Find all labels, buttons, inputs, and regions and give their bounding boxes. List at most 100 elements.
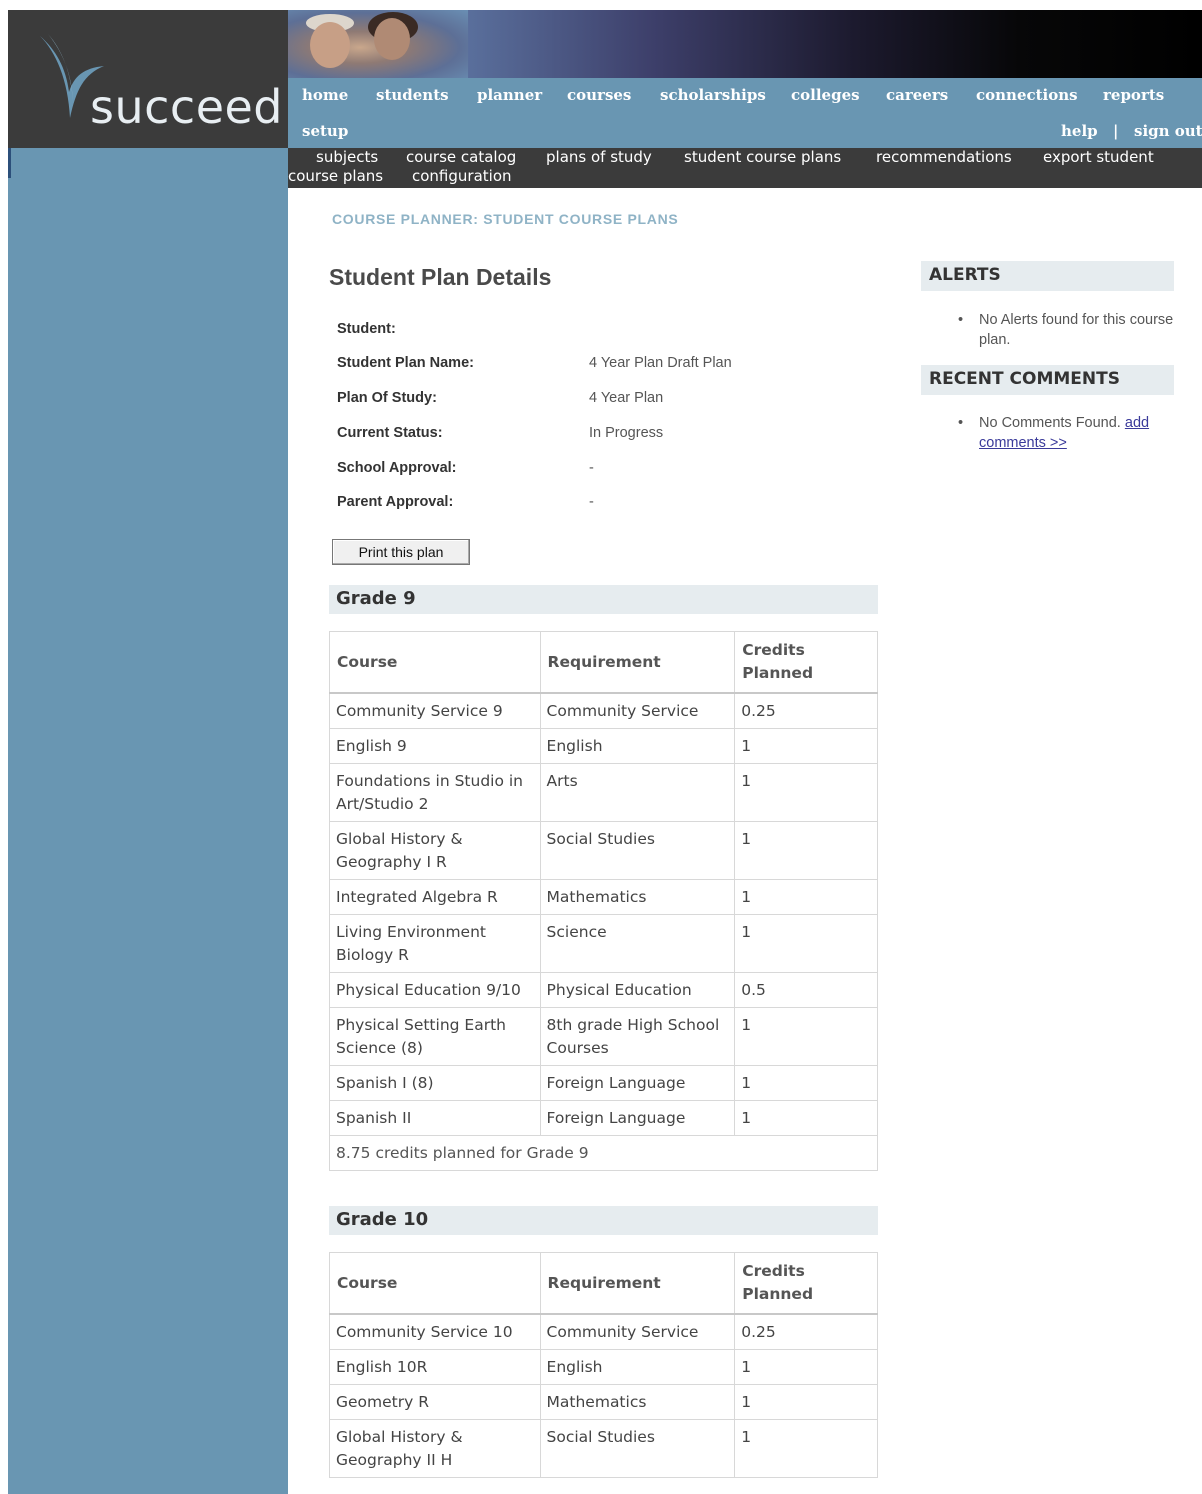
table-row: Foundations in Studio in Art/Studio 2 Art…: [329, 763, 878, 822]
school-approval-label: School Approval:: [337, 460, 457, 476]
alerts-heading: ALERTS: [921, 261, 1174, 291]
school-approval-value: -: [589, 460, 594, 476]
requirement-cell: Foreign Language: [539, 1065, 736, 1101]
header-banner: [288, 10, 1202, 78]
side-panel-accent: [8, 148, 11, 178]
subnav-recommendations[interactable]: recommendations: [876, 148, 1012, 166]
nav-reports[interactable]: reports: [1103, 86, 1164, 104]
course-cell: Geometry R: [329, 1384, 541, 1420]
course-cell: Integrated Algebra R: [329, 879, 541, 915]
credits-cell: 1: [734, 1349, 878, 1385]
plan-of-study-value: 4 Year Plan: [589, 390, 664, 406]
comments-list: • No Comments Found. add comments >>: [958, 413, 1174, 453]
requirement-cell: Physical Education: [539, 972, 736, 1008]
main-nav: home students planner courses scholarshi…: [288, 78, 1202, 148]
banner-photo: [288, 10, 468, 78]
grade-9-summary: 8.75 credits planned for Grade 9: [329, 1135, 878, 1171]
nav-careers[interactable]: careers: [886, 86, 948, 104]
credits-cell: 0.5: [734, 972, 878, 1008]
credits-cell: 1: [734, 879, 878, 915]
credits-cell: 0.25: [734, 692, 878, 729]
table-row: Community Service 10 Community Service 0.2…: [329, 1313, 878, 1350]
comments-entry: No Comments Found. add comments >>: [958, 413, 1174, 453]
nav-scholarships[interactable]: scholarships: [660, 86, 766, 104]
credits-cell: 1: [734, 1419, 878, 1478]
credits-cell: 1: [734, 763, 878, 822]
print-plan-button[interactable]: Print this plan: [332, 539, 470, 565]
logo-text: succeed: [90, 80, 284, 134]
course-cell: Spanish II: [329, 1100, 541, 1136]
nav-separator: |: [1113, 122, 1119, 140]
nav-courses[interactable]: courses: [567, 86, 631, 104]
column-header-credits: Credits Planned: [734, 631, 878, 694]
course-cell: Global History & Geography I R: [329, 821, 541, 880]
column-header-course: Course: [329, 1252, 541, 1315]
course-cell: Community Service 10: [329, 1313, 541, 1350]
bullet-icon: •: [958, 312, 964, 328]
breadcrumb: COURSE PLANNER: STUDENT COURSE PLANS: [332, 211, 679, 227]
parent-approval-value: -: [589, 494, 594, 510]
requirement-cell: Community Service: [539, 692, 736, 729]
credits-header-line1: Credits: [742, 1262, 805, 1280]
subnav-course-catalog[interactable]: course catalog: [406, 148, 516, 166]
plan-of-study-label: Plan Of Study:: [337, 390, 437, 406]
credits-header-line1: Credits: [742, 641, 805, 659]
table-row: Global History & Geography I R Social Stu…: [329, 821, 878, 880]
nav-home[interactable]: home: [302, 86, 348, 104]
course-cell: Physical Setting Earth Science (8): [329, 1007, 541, 1066]
subnav-configuration[interactable]: configuration: [412, 167, 512, 185]
subnav-export-student[interactable]: export student: [1043, 148, 1154, 166]
grade-10-table: Course Requirement Credits Planned Commun…: [329, 1252, 878, 1478]
table-row: Spanish I (8) Foreign Language 1: [329, 1065, 878, 1101]
parent-approval-label: Parent Approval:: [337, 494, 454, 510]
logo[interactable]: succeed: [8, 10, 288, 148]
subnav-subjects[interactable]: subjects: [316, 148, 378, 166]
nav-students[interactable]: students: [376, 86, 449, 104]
subnav-export-course-plans[interactable]: course plans: [288, 167, 383, 185]
add-comments-link-line2: comments >>: [979, 435, 1067, 451]
course-cell: Physical Education 9/10: [329, 972, 541, 1008]
table-row: Spanish II Foreign Language 1: [329, 1100, 878, 1136]
nav-colleges[interactable]: colleges: [791, 86, 860, 104]
requirement-cell: Mathematics: [539, 1384, 736, 1420]
nav-help[interactable]: help: [1061, 122, 1098, 140]
subnav-plans-of-study[interactable]: plans of study: [546, 148, 652, 166]
requirement-cell: Foreign Language: [539, 1100, 736, 1136]
table-row: Living Environment Biology R Science 1: [329, 914, 878, 973]
requirement-cell: Social Studies: [539, 1419, 736, 1478]
table-row: Geometry R Mathematics 1: [329, 1384, 878, 1420]
credits-header-line2: Planned: [742, 1285, 814, 1303]
column-header-requirement: Requirement: [539, 1252, 736, 1315]
grade-9-heading: Grade 9: [329, 585, 878, 614]
plan-name-label: Student Plan Name:: [337, 355, 474, 371]
requirement-cell: English: [539, 728, 736, 764]
requirement-cell: 8th grade High School Courses: [539, 1007, 736, 1066]
grade-10-heading: Grade 10: [329, 1206, 878, 1235]
credits-cell: 1: [734, 914, 878, 973]
credits-cell: 1: [734, 1065, 878, 1101]
nav-setup[interactable]: setup: [302, 122, 348, 140]
nav-connections[interactable]: connections: [976, 86, 1078, 104]
student-label: Student:: [337, 321, 396, 337]
requirement-cell: Arts: [539, 763, 736, 822]
course-cell: English 9: [329, 728, 541, 764]
column-header-requirement: Requirement: [539, 631, 736, 694]
requirement-cell: Community Service: [539, 1313, 736, 1350]
credits-cell: 1: [734, 821, 878, 880]
requirement-cell: Social Studies: [539, 821, 736, 880]
subnav-student-course-plans[interactable]: student course plans: [684, 148, 841, 166]
credits-cell: 1: [734, 1007, 878, 1066]
credits-cell: 1: [734, 728, 878, 764]
nav-planner[interactable]: planner: [477, 86, 542, 104]
course-cell: Spanish I (8): [329, 1065, 541, 1101]
add-comments-link-line1: add: [1124, 415, 1150, 431]
course-cell: Living Environment Biology R: [329, 914, 541, 973]
table-header-row: Course Requirement Credits Planned: [329, 1252, 878, 1315]
course-cell: Global History & Geography II H: [329, 1419, 541, 1478]
bullet-icon: •: [958, 415, 964, 431]
nav-sign-out[interactable]: sign out: [1134, 122, 1202, 140]
credits-cell: 1: [734, 1384, 878, 1420]
recent-comments-heading: RECENT COMMENTS: [921, 365, 1174, 395]
requirement-cell: English: [539, 1349, 736, 1385]
alerts-list: • No Alerts found for this course plan.: [958, 310, 1174, 350]
